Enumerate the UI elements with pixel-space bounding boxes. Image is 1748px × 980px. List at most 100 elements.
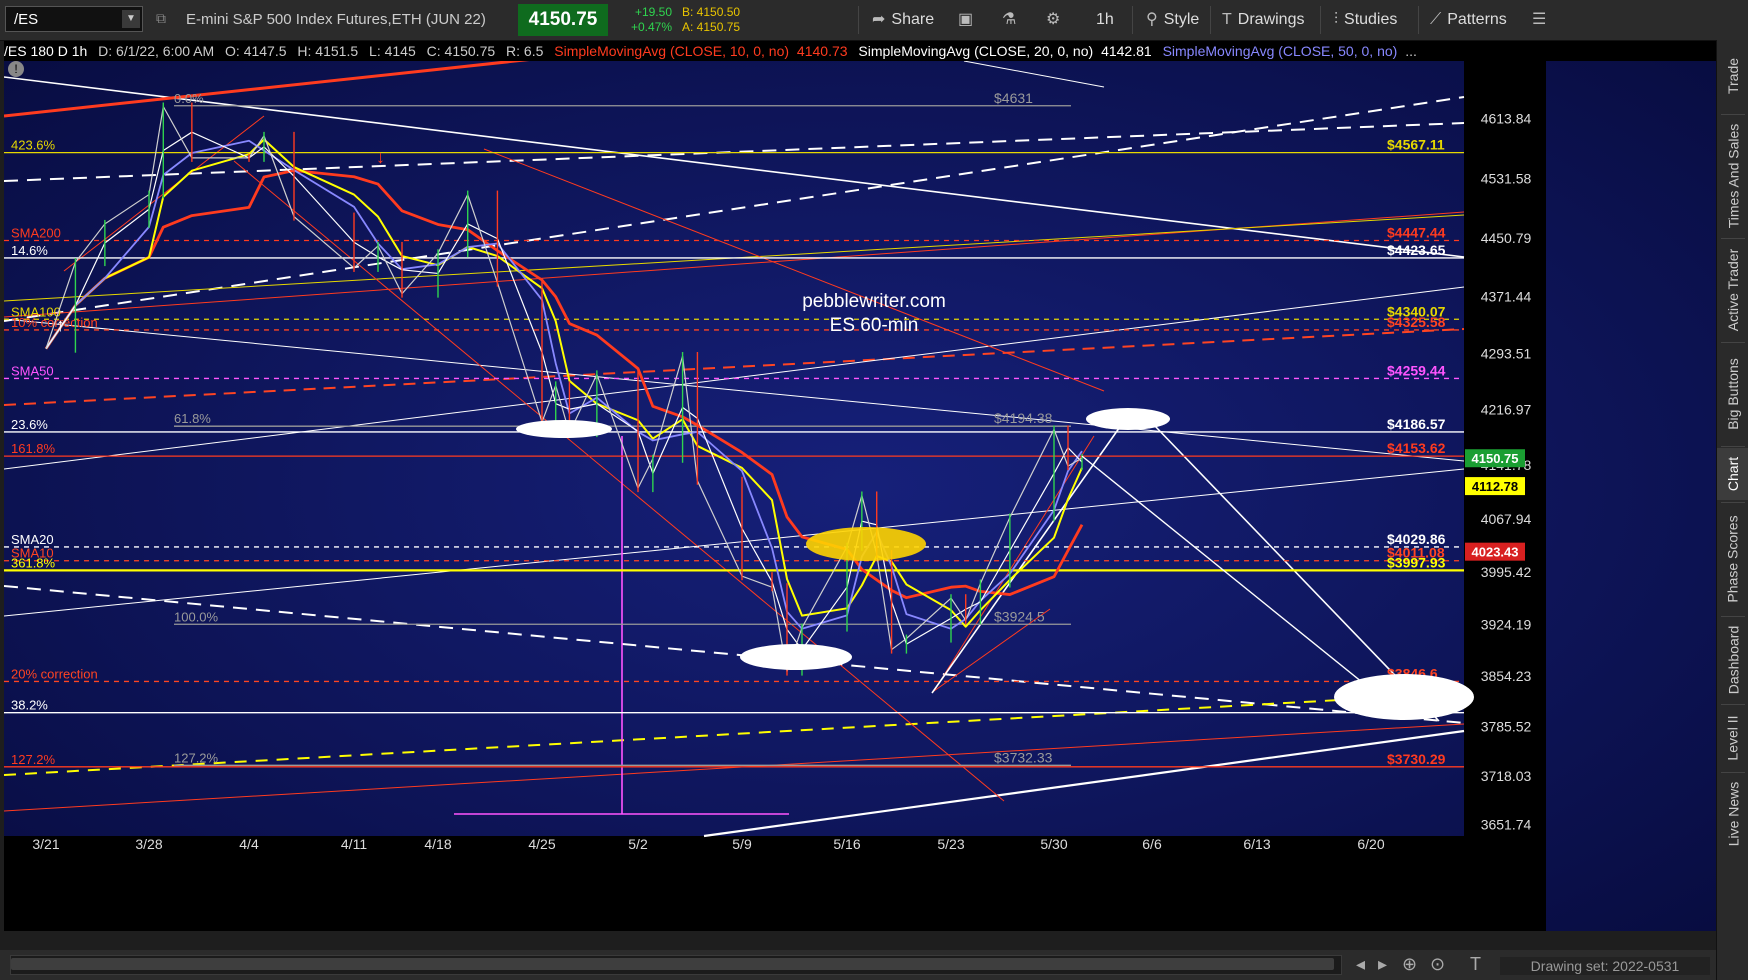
screenshot-button[interactable]: ▣	[958, 0, 979, 40]
level-left-label: SMA20	[11, 532, 54, 547]
level-left-label: 0.0%	[174, 91, 204, 106]
text-tool-icon: T	[1222, 11, 1232, 28]
patterns-icon: ⟋	[1430, 11, 1442, 28]
drawing-set-label[interactable]: Drawing set: 2022-0531	[1500, 957, 1710, 975]
symbol-selector[interactable]: /ES ▼	[5, 6, 143, 32]
study-sma10-value: 4140.73	[796, 43, 848, 59]
divider	[1721, 704, 1745, 705]
more-studies[interactable]: ...	[1405, 43, 1417, 59]
tab-label: Times And Sales	[1725, 123, 1741, 229]
tab-trade[interactable]: Trade	[1717, 40, 1748, 112]
level-left-label: 361.8%	[11, 555, 56, 570]
tab-level-ii[interactable]: Level II	[1717, 706, 1748, 770]
scrollbar-thumb[interactable]	[11, 958, 1334, 970]
tab-active-trader[interactable]: Active Trader	[1717, 240, 1748, 340]
price-tick-label: 4613.84	[1481, 110, 1532, 126]
tab-times-and-sales[interactable]: Times And Sales	[1717, 116, 1748, 236]
level-left-label: 38.2%	[11, 698, 48, 713]
price-tick-label: 3995.42	[1481, 564, 1532, 580]
target-oval	[806, 527, 926, 561]
study-sma10[interactable]: SimpleMovingAvg (CLOSE, 10, 0, no)	[554, 43, 789, 59]
study-sma20-value: 4142.81	[1101, 43, 1152, 59]
support-oval	[740, 644, 852, 670]
price-marker-label: 4023.43	[1472, 545, 1519, 560]
scroll-right-icon[interactable]: ▸	[1378, 953, 1387, 975]
divider	[1721, 114, 1745, 115]
flask-button[interactable]: ⚗	[1002, 0, 1022, 40]
level-right-label: $4423.65	[1387, 242, 1446, 258]
settings-button[interactable]: ⚙	[1046, 0, 1066, 40]
tab-label: Phase Scores	[1725, 515, 1742, 603]
time-tick-label: 4/25	[528, 836, 555, 852]
tab-phase-scores[interactable]: Phase Scores	[1717, 504, 1748, 614]
level-right-label: $4259.44	[1387, 362, 1446, 378]
bar-close: C: 4150.75	[426, 43, 496, 59]
last-price: 4150.75	[518, 4, 608, 36]
study-sma20[interactable]: SimpleMovingAvg (CLOSE, 20, 0, no)	[858, 43, 1093, 59]
level-right-label: $4631	[994, 90, 1033, 106]
down-arrow-icon: ↓	[376, 147, 385, 167]
symbol-text: /ES	[14, 11, 39, 28]
price-marker-label: 4112.78	[1472, 479, 1518, 494]
tab-label: Level II	[1725, 715, 1742, 761]
divider	[1418, 6, 1419, 34]
time-tick-label: 5/23	[937, 836, 964, 852]
level-left-label: 127.2%	[174, 750, 219, 765]
share-button[interactable]: ➦ Share	[872, 0, 934, 40]
patterns-button[interactable]: ⟋ Patterns	[1430, 0, 1507, 40]
camera-icon: ▣	[958, 11, 974, 28]
level-left-label: 61.8%	[174, 411, 211, 426]
instrument-description: E-mini S&P 500 Index Futures,ETH (JUN 22…	[186, 11, 486, 28]
interval-label: 1h	[1096, 11, 1114, 28]
crosshair-icon[interactable]: ⊕	[1402, 953, 1417, 975]
tab-chart[interactable]: Chart	[1717, 448, 1748, 500]
chart-background	[4, 41, 1716, 931]
level-right-label: $4447.44	[1387, 224, 1446, 240]
interval-button[interactable]: 1h	[1096, 0, 1114, 40]
study-sma50[interactable]: SimpleMovingAvg (CLOSE, 50, 0, no)	[1163, 43, 1398, 59]
time-tick-label: 3/21	[32, 836, 59, 852]
price-change-pct: +0.47%	[630, 20, 672, 34]
divider	[1721, 238, 1745, 239]
style-icon: ⚲	[1146, 11, 1158, 28]
tab-big-buttons[interactable]: Big Buttons	[1717, 344, 1748, 444]
studies-label: Studies	[1344, 11, 1398, 28]
divider	[1210, 6, 1211, 34]
studies-button[interactable]: ⫶ Studies	[1334, 0, 1397, 40]
level-right-label: $3997.93	[1387, 554, 1446, 570]
menu-icon: ☰	[1532, 11, 1547, 28]
price-chart[interactable]: 0.0% $4631 423.6% $4567.11 SMA200 $4447.44 14.…	[4, 41, 1716, 931]
level-left-label: 20% correction	[11, 666, 98, 681]
price-tick-label: 4293.51	[1481, 345, 1532, 361]
price-tick-label: 4371.44	[1481, 288, 1532, 304]
bar-range: R: 6.5	[506, 43, 544, 59]
time-scrollbar[interactable]	[10, 955, 1342, 975]
level-left-label: 100.0%	[174, 609, 219, 624]
tab-label: Dashboard	[1725, 625, 1741, 695]
zoom-icon[interactable]: ⊙	[1430, 953, 1445, 975]
drawings-button[interactable]: T Drawings	[1222, 0, 1304, 40]
chevron-down-icon[interactable]: ▼	[122, 10, 140, 28]
bar-low: L: 4145	[369, 43, 416, 59]
right-sidebar: Trade Times And Sales Active Trader Big …	[1716, 40, 1748, 980]
level-left-label: 23.6%	[11, 417, 48, 432]
gear-icon: ⚙	[1046, 11, 1061, 28]
level-right-label: $4153.62	[1387, 440, 1446, 456]
tab-dashboard[interactable]: Dashboard	[1717, 618, 1748, 702]
price-change: +19.50 +0.47%	[614, 5, 672, 35]
flask-icon: ⚗	[1002, 11, 1017, 28]
price-tick-label: 3854.23	[1481, 668, 1532, 684]
tab-live-news[interactable]: Live News	[1717, 774, 1748, 854]
menu-button[interactable]: ☰	[1532, 0, 1552, 40]
level-right-label: $3924.5	[994, 608, 1045, 624]
link-icon[interactable]: ⧉	[156, 10, 166, 27]
scroll-left-icon[interactable]: ◂	[1356, 953, 1365, 975]
style-button[interactable]: ⚲ Style	[1146, 0, 1199, 40]
level-right-label: $4567.11	[1387, 137, 1445, 153]
text-tool-icon[interactable]: T	[1470, 953, 1481, 975]
price-tick-label: 4450.79	[1481, 230, 1532, 246]
level-right-label: $4325.58	[1387, 314, 1446, 330]
time-tick-label: 4/11	[341, 836, 367, 852]
up-arrow-icon: ↑	[56, 315, 65, 335]
time-tick-label: 6/20	[1357, 836, 1384, 852]
